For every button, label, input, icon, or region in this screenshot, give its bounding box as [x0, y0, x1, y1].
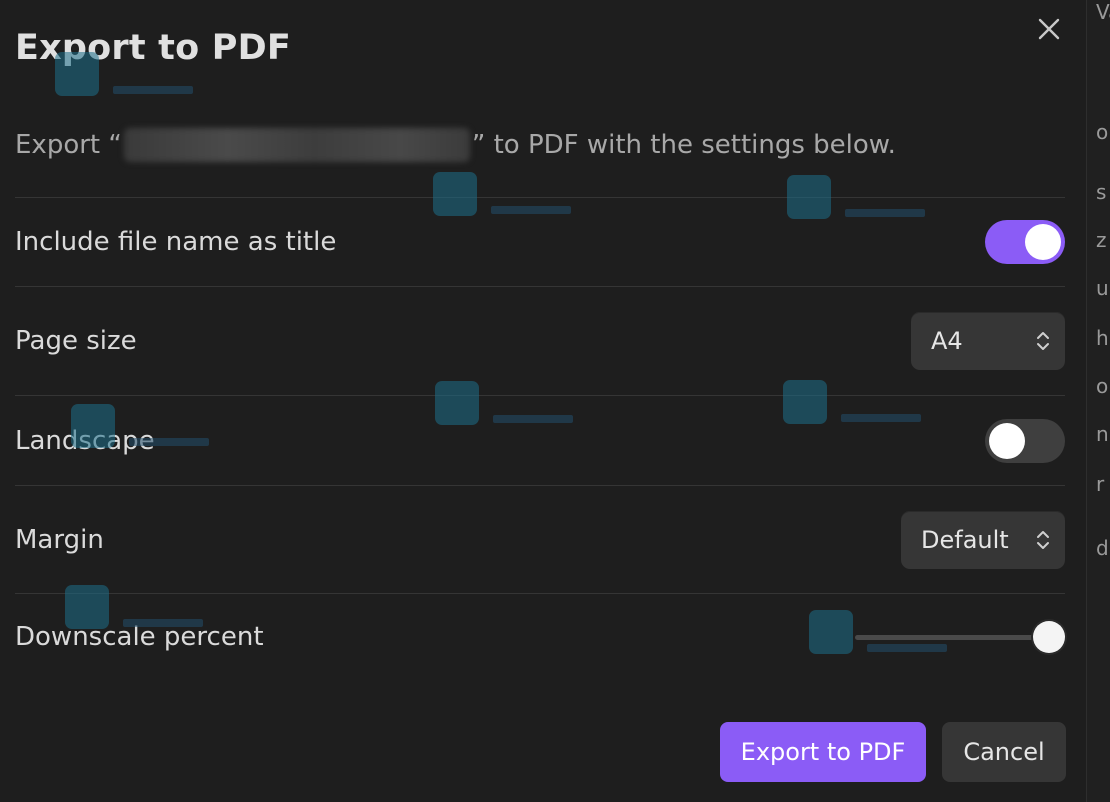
setting-page-size: Page size A4 [15, 286, 1065, 395]
background-text: h [1096, 326, 1109, 350]
setting-label: Page size [15, 326, 137, 356]
setting-margin: Margin Default [15, 485, 1065, 594]
toggle-knob [1025, 224, 1061, 260]
select-value: Default [921, 526, 1009, 554]
background-text: n [1096, 422, 1109, 446]
setting-downscale: Downscale percent [15, 593, 1065, 680]
cancel-button[interactable]: Cancel [942, 722, 1066, 782]
background-text: r [1096, 472, 1105, 496]
toggle-knob [989, 423, 1025, 459]
background-text: Va [1096, 0, 1110, 24]
setting-label: Margin [15, 525, 104, 555]
description-prefix: Export “ [15, 130, 122, 160]
chevron-updown-icon [1037, 531, 1049, 549]
description-suffix: ” to PDF with the settings below. [471, 130, 896, 160]
landscape-toggle[interactable] [985, 419, 1065, 463]
export-to-pdf-button[interactable]: Export to PDF [720, 722, 926, 782]
background-text: o [1096, 374, 1109, 398]
include-title-toggle[interactable] [985, 220, 1065, 264]
background-text: o [1096, 120, 1109, 144]
setting-label: Include file name as title [15, 227, 337, 257]
chevron-updown-icon [1037, 332, 1049, 350]
background-text: s [1096, 180, 1107, 204]
setting-label: Landscape [15, 426, 155, 456]
downscale-slider[interactable] [855, 615, 1065, 659]
export-pdf-dialog: Export to PDF Export “ ” to PDF with the… [0, 0, 1086, 802]
setting-landscape: Landscape [15, 395, 1065, 486]
setting-include-title: Include file name as title [15, 197, 1065, 286]
redacted-file-name [123, 128, 470, 162]
dialog-title: Export to PDF [15, 28, 291, 68]
dialog-description: Export “ ” to PDF with the settings belo… [15, 128, 896, 162]
page-size-select[interactable]: A4 [911, 312, 1065, 370]
slider-thumb[interactable] [1033, 621, 1065, 653]
setting-label: Downscale percent [15, 622, 264, 652]
slider-track [855, 635, 1049, 640]
background-text: u [1096, 276, 1109, 300]
margin-select[interactable]: Default [901, 511, 1065, 569]
close-button[interactable] [1030, 12, 1068, 46]
background-text: d [1096, 536, 1109, 560]
close-icon [1038, 18, 1060, 40]
select-value: A4 [931, 327, 963, 355]
background-text: z [1096, 228, 1107, 252]
